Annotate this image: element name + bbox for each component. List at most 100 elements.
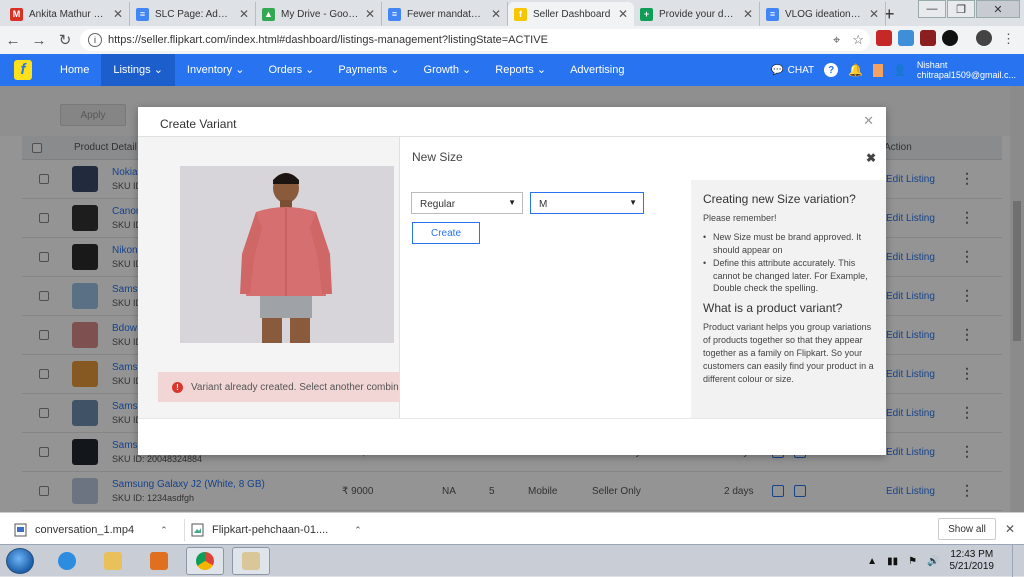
extension-icon[interactable] [942, 30, 958, 46]
product-image [180, 166, 394, 343]
close-tab-icon[interactable]: ✕ [239, 7, 249, 21]
browser-tab[interactable]: ≡ VLOG ideation - Go ✕ [760, 2, 886, 26]
ie-app[interactable] [48, 547, 86, 575]
profile-avatar[interactable] [976, 30, 992, 46]
download-item[interactable]: Flipkart-pehchaan-01.... ⌃ [184, 519, 362, 541]
tab-label: Provide your detail [659, 8, 737, 20]
forward-icon[interactable]: → [26, 32, 52, 49]
download-bar: conversation_1.mp4 ⌃ Flipkart-pehchaan-0… [0, 512, 1024, 544]
chevron-up-icon[interactable]: ⌃ [354, 525, 362, 536]
tab-label: VLOG ideation - Go [785, 8, 863, 20]
close-tab-icon[interactable]: ✕ [743, 7, 753, 21]
location-icon[interactable]: ⌖ [833, 32, 840, 48]
close-tab-icon[interactable]: ✕ [618, 7, 628, 21]
browser-tab[interactable]: + Provide your detail ✕ [634, 2, 760, 26]
close-icon[interactable]: ✖ [866, 151, 876, 165]
nav-item[interactable]: Advertising [558, 54, 636, 86]
tab-label: Ankita Mathur says [29, 8, 107, 20]
section-title: New Size [412, 150, 463, 164]
list-item: New Size must be brand approved. It shou… [703, 231, 874, 256]
badge-icon[interactable] [873, 63, 884, 77]
drive-icon: ▲ [262, 7, 275, 21]
chrome-app[interactable] [186, 547, 224, 575]
site-info-icon[interactable]: i [88, 33, 102, 47]
chat-icon: 💬 [771, 64, 784, 76]
flag-icon[interactable]: ⚑ [908, 556, 917, 567]
close-window-icon[interactable]: ✕ [976, 0, 1020, 18]
tab-label: My Drive - Google [281, 8, 359, 20]
url-input[interactable]: i https://seller.flipkart.com/index.html… [80, 29, 870, 51]
chat-button[interactable]: 💬 CHAT [771, 65, 814, 76]
clock[interactable]: 12:43 PM 5/21/2019 [950, 549, 995, 573]
close-tab-icon[interactable]: ✕ [113, 7, 123, 21]
info-list: New Size must be brand approved. It shou… [703, 231, 874, 295]
start-button[interactable] [6, 548, 34, 574]
chevron-up-icon[interactable]: ⌃ [160, 525, 168, 536]
browser-tab[interactable]: f Seller Dashboard ✕ [508, 2, 634, 26]
error-message: ! Variant already created. Select anothe… [158, 372, 399, 402]
photo-viewer-icon [242, 552, 260, 570]
close-icon[interactable]: ✕ [1005, 522, 1015, 536]
close-tab-icon[interactable]: ✕ [491, 7, 501, 21]
extension-icon[interactable] [876, 30, 892, 46]
close-tab-icon[interactable]: ✕ [869, 7, 879, 21]
download-item[interactable]: conversation_1.mp4 ⌃ [14, 519, 168, 541]
close-tab-icon[interactable]: ✕ [365, 7, 375, 21]
browser-menu-icon[interactable]: ⋮ [1002, 31, 1015, 47]
folder-icon [104, 552, 122, 570]
extension-icon[interactable] [898, 30, 914, 46]
seller-header: f Home Listings ⌄ Inventory ⌄ Orders ⌄ Payme… [0, 54, 1024, 86]
system-tray: ▲ ▮▮ ⚑ 🔊 12:43 PM 5/21/2019 [867, 545, 1024, 577]
main-nav: Home Listings ⌄ Inventory ⌄ Orders ⌄ Payment… [48, 54, 636, 86]
tray-arrow-icon[interactable]: ▲ [867, 556, 877, 567]
docs-icon: ≡ [766, 7, 779, 21]
tab-label: SLC Page: Add Vari [155, 8, 233, 20]
browser-tab[interactable]: ≡ Fewer mandatory a ✕ [382, 2, 508, 26]
gmail-icon: M [10, 7, 23, 21]
browser-tab[interactable]: M Ankita Mathur says ✕ [4, 2, 130, 26]
nav-item[interactable]: Payments ⌄ [326, 54, 411, 86]
nav-item[interactable]: Listings ⌄ [101, 54, 175, 86]
list-item: Define this attribute accurately. This c… [703, 257, 874, 295]
address-bar: ← → ↻ i https://seller.flipkart.com/inde… [0, 26, 1024, 54]
back-icon[interactable]: ← [0, 32, 26, 49]
bookmark-star-icon[interactable]: ☆ [852, 32, 864, 48]
maximize-icon[interactable]: ❐ [947, 0, 975, 18]
nav-item[interactable]: Orders ⌄ [256, 54, 326, 86]
browser-tab-bar: + — ❐ ✕ M Ankita Mathur says ✕ ≡ SLC Page: A… [0, 0, 1024, 26]
reload-icon[interactable]: ↻ [52, 31, 78, 49]
show-all-button[interactable]: Show all [938, 518, 996, 540]
nav-item[interactable]: Reports ⌄ [483, 54, 558, 86]
browser-tab[interactable]: ≡ SLC Page: Add Vari ✕ [130, 2, 256, 26]
user-icon[interactable]: 👤 [893, 64, 907, 77]
media-app[interactable] [140, 547, 178, 575]
nav-item[interactable]: Inventory ⌄ [175, 54, 257, 86]
minimize-icon[interactable]: — [918, 0, 946, 18]
variant-form: New Size Regular ▼ M ▼ Create [399, 137, 691, 418]
show-desktop-button[interactable] [1012, 545, 1024, 577]
info-body: Product variant helps you group variatio… [703, 321, 874, 384]
photos-app[interactable] [232, 547, 270, 575]
fit-select[interactable]: Regular ▼ [411, 192, 523, 214]
help-icon[interactable]: ? [824, 63, 839, 77]
modal-header: Create Variant ✕ [138, 107, 886, 137]
size-select[interactable]: M ▼ [530, 192, 644, 214]
nav-item[interactable]: Home [48, 54, 101, 86]
flipkart-logo-icon[interactable]: f [14, 60, 32, 80]
create-button[interactable]: Create [412, 222, 480, 244]
window-controls: — ❐ ✕ [917, 0, 1020, 18]
browser-tab[interactable]: ▲ My Drive - Google ✕ [256, 2, 382, 26]
extension-icon[interactable] [920, 30, 936, 46]
docs-icon: ≡ [388, 7, 401, 21]
close-icon[interactable]: ✕ [863, 113, 874, 129]
explorer-app[interactable] [94, 547, 132, 575]
network-icon[interactable]: ▮▮ [887, 556, 898, 567]
user-menu[interactable]: Nishant chitrapal1509@gmail.c... [917, 60, 1016, 80]
info-box: Creating new Size variation? Please reme… [691, 180, 886, 418]
windows-taskbar: ▲ ▮▮ ⚑ 🔊 12:43 PM 5/21/2019 [0, 544, 1024, 577]
nav-item[interactable]: Growth ⌄ [412, 54, 484, 86]
volume-icon[interactable]: 🔊 [927, 556, 939, 567]
video-file-icon [14, 523, 27, 537]
notification-bell-icon[interactable]: 🔔 [848, 63, 863, 77]
product-preview: ! Variant already created. Select anothe… [138, 137, 399, 418]
